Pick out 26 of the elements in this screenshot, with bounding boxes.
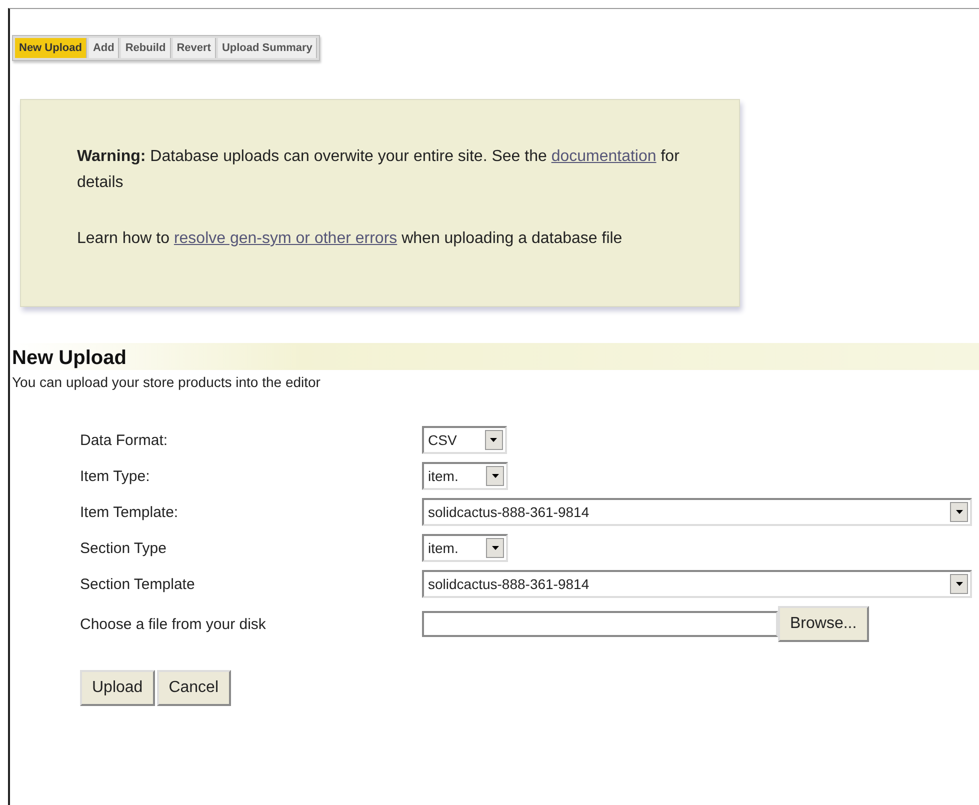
tab[interactable]: New Upload (15, 38, 87, 58)
field-label: Item Type: (80, 468, 151, 484)
field-label: Data Format: (80, 432, 169, 448)
tab[interactable]: Rebuild (121, 38, 171, 58)
section-title: New Upload (10, 343, 979, 370)
help-link[interactable]: documentation (551, 148, 656, 165)
form-button[interactable]: Upload (80, 670, 155, 706)
dropdown[interactable]: item. (422, 462, 508, 490)
tab[interactable]: Revert (172, 38, 216, 58)
dropdown[interactable]: item. (422, 534, 508, 562)
field-label: Section Type (80, 540, 168, 556)
tab[interactable]: Add (88, 38, 120, 58)
form-button[interactable]: Cancel (156, 670, 231, 706)
field-label: Section Template (80, 576, 196, 592)
section-subtitle: You can upload your store products into the editor (12, 374, 320, 390)
dropdown[interactable]: solidcactus-888-361-9814 (422, 570, 972, 598)
field-label: Item Template: (80, 504, 180, 520)
tab[interactable]: Upload Summary (218, 38, 318, 58)
file-path-field[interactable] (422, 611, 778, 637)
notice-text: Warning: Database uploads can overwite your entire site. See the documentation for details (77, 147, 680, 193)
help-link[interactable]: resolve gen-sym or other errors (174, 230, 398, 247)
dropdown[interactable]: solidcactus-888-361-9814 (422, 498, 972, 526)
dropdown[interactable]: CSV (422, 426, 507, 454)
notice-text: Learn how to resolve gen-sym or other errors when uploading a database file (77, 229, 624, 249)
browse-button[interactable]: Browse... (778, 606, 869, 642)
field-label: Choose a file from your disk (80, 616, 267, 632)
